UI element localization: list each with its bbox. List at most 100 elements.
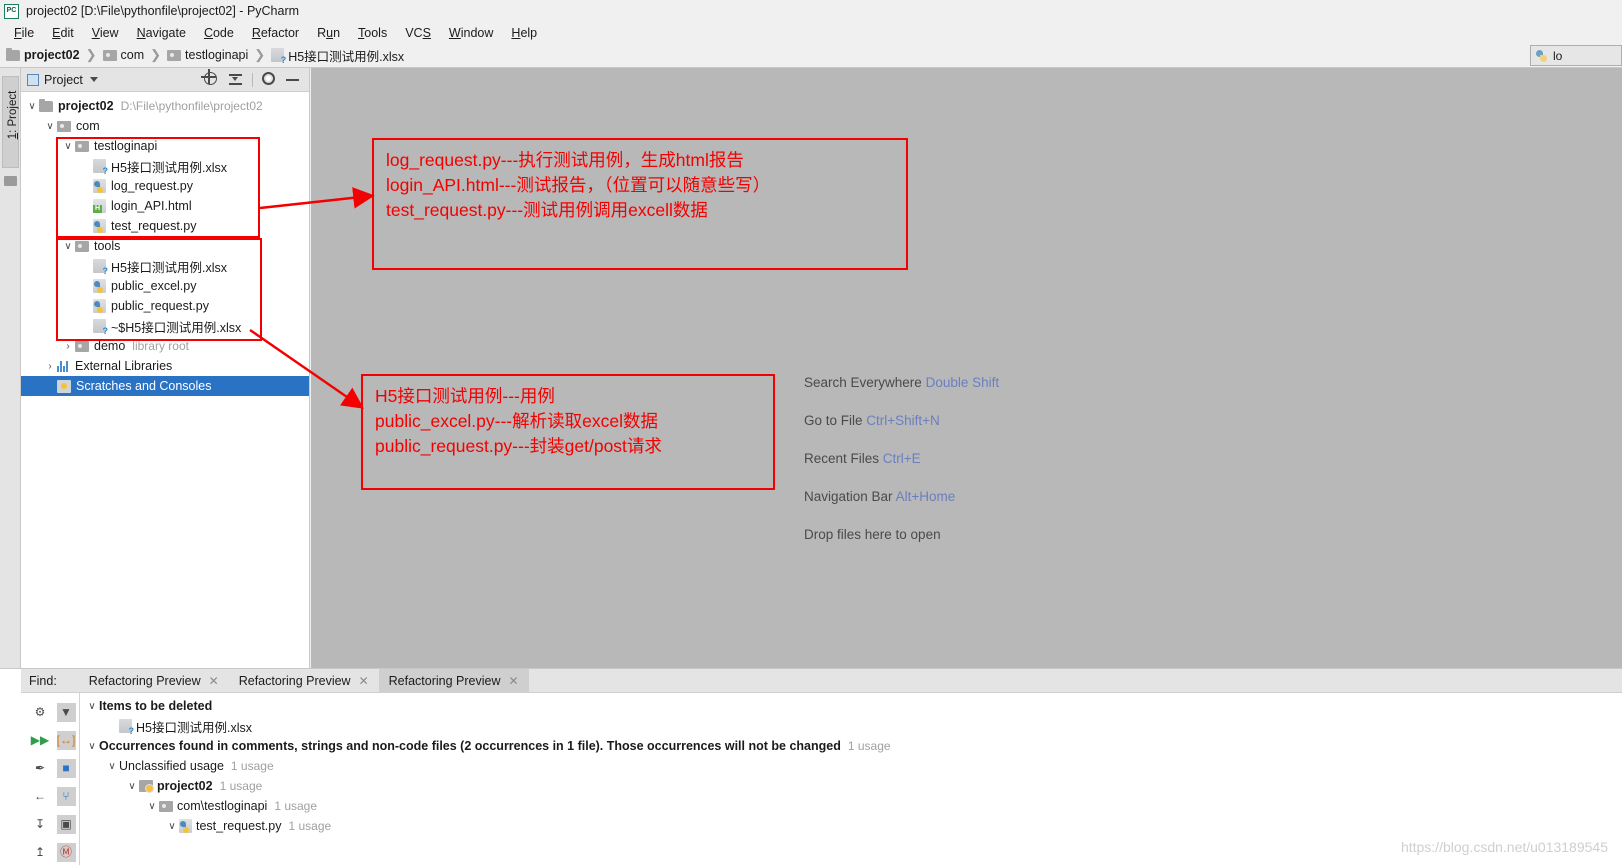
breadcrumb-item[interactable]: project02 bbox=[6, 47, 80, 62]
group-by-module-icon[interactable]: ▣ bbox=[53, 810, 79, 838]
menu-item-refactor[interactable]: Refactor bbox=[243, 25, 308, 41]
close-icon[interactable]: ✕ bbox=[359, 674, 369, 688]
project-tree-row[interactable]: Scratches and Consoles bbox=[21, 376, 309, 396]
collapse-all-icon[interactable] bbox=[228, 72, 243, 87]
project-tree-row[interactable]: H5接口测试用例.xlsx bbox=[21, 256, 309, 276]
chevron-down-icon[interactable]: ∨ bbox=[61, 141, 75, 152]
project-tree-row[interactable]: public_request.py bbox=[21, 296, 309, 316]
project-tree-row-label: testloginapi bbox=[94, 139, 158, 153]
back-arrow-icon-glyph: ← bbox=[34, 789, 46, 803]
preview-usages-icon-glyph: [↔] bbox=[56, 733, 76, 747]
chevron-down-icon[interactable]: ∨ bbox=[61, 241, 75, 252]
chevron-down-icon[interactable]: ∨ bbox=[165, 821, 179, 832]
menu-item-navigate[interactable]: Navigate bbox=[128, 25, 195, 41]
project-tree: ∨ project02 D:\File\pythonfile\project02 ∨ c… bbox=[21, 92, 309, 396]
favorites-icon[interactable] bbox=[4, 176, 17, 186]
menu-item-edit[interactable]: Edit bbox=[43, 25, 83, 41]
menu-item-code[interactable]: Code bbox=[195, 25, 243, 41]
collapse-all-icon[interactable]: ↥ bbox=[27, 838, 53, 865]
find-result-row[interactable]: H5接口测试用例.xlsx bbox=[81, 716, 1622, 736]
chevron-down-icon[interactable]: ∨ bbox=[85, 741, 99, 752]
menu-item-help[interactable]: Help bbox=[502, 25, 546, 41]
project-tree-row[interactable]: H5接口测试用例.xlsx bbox=[21, 156, 309, 176]
find-result-row[interactable]: ∨ Items to be deleted bbox=[81, 696, 1622, 716]
project-tree-row[interactable]: log_request.py bbox=[21, 176, 309, 196]
python-icon bbox=[1536, 49, 1549, 62]
find-tab[interactable]: Refactoring Preview ✕ bbox=[378, 668, 529, 693]
project-tree-row[interactable]: ∨ project02 D:\File\pythonfile\project02 bbox=[21, 96, 309, 116]
toolbar-button-bg: ▣ bbox=[56, 814, 76, 834]
editor-hint-shortcut: Alt+Home bbox=[892, 489, 956, 504]
chevron-down-icon[interactable]: ∨ bbox=[85, 701, 99, 712]
project-tree-row[interactable]: public_excel.py bbox=[21, 276, 309, 296]
toolbar-button-bg: ■ bbox=[56, 758, 76, 778]
tool-window-tab-project[interactable]: 1: Project bbox=[2, 76, 19, 168]
rerun-icon[interactable]: ▶▶ bbox=[27, 726, 53, 754]
back-arrow-icon[interactable]: ← bbox=[27, 782, 53, 810]
chevron-down-icon[interactable]: ∨ bbox=[43, 121, 57, 132]
project-tree-row[interactable]: ∨ testloginapi bbox=[21, 136, 309, 156]
chevron-down-icon[interactable]: ∨ bbox=[105, 761, 119, 772]
breadcrumb-item[interactable]: com bbox=[102, 48, 144, 62]
minimize-icon[interactable] bbox=[286, 72, 301, 87]
collapse-all-icon-glyph: ↥ bbox=[34, 845, 46, 859]
menu-item-window[interactable]: Window bbox=[440, 25, 502, 41]
library-icon bbox=[57, 360, 70, 373]
project-tree-row[interactable]: ~$H5接口测试用例.xlsx bbox=[21, 316, 309, 336]
filter-icon[interactable]: ▼ bbox=[53, 698, 79, 726]
find-tab[interactable]: Refactoring Preview ✕ bbox=[229, 669, 379, 693]
find-result-label: Occurrences found in comments, strings a… bbox=[99, 739, 841, 753]
gear-icon-glyph: ⚙ bbox=[34, 705, 46, 719]
chevron-down-icon[interactable]: ∨ bbox=[125, 781, 139, 792]
python-file-icon bbox=[93, 219, 106, 233]
breadcrumb-separator: ❯ bbox=[150, 47, 162, 62]
show-preview-icon[interactable]: ■ bbox=[53, 754, 79, 782]
chevron-down-icon[interactable]: ∨ bbox=[145, 801, 159, 812]
find-result-row[interactable]: ∨ com\testloginapi 1 usage bbox=[81, 796, 1622, 816]
run-configuration-selector[interactable]: lo bbox=[1530, 45, 1622, 66]
find-result-row[interactable]: ∨ Occurrences found in comments, strings … bbox=[81, 736, 1622, 756]
expand-all-icon[interactable]: ↧ bbox=[27, 810, 53, 838]
project-tree-row[interactable]: login_API.html bbox=[21, 196, 309, 216]
pin-icon[interactable]: ✒ bbox=[27, 754, 53, 782]
menu-item-vcs[interactable]: VCS bbox=[396, 25, 440, 41]
editor-hint-label: Drop files here to open bbox=[804, 527, 941, 542]
chevron-down-icon[interactable]: ∨ bbox=[25, 101, 39, 112]
breadcrumb-item-label: H5接口测试用例.xlsx bbox=[288, 49, 405, 64]
project-tree-row[interactable]: test_request.py bbox=[21, 216, 309, 236]
annotation-line: login_API.html---测试报告，（位置可以随意些写） bbox=[386, 174, 771, 195]
gear-icon[interactable] bbox=[262, 72, 277, 87]
project-tree-row[interactable]: ∨ tools bbox=[21, 236, 309, 256]
gear-icon[interactable]: ⚙ bbox=[27, 698, 53, 726]
find-result-row[interactable]: ∨ Unclassified usage 1 usage bbox=[81, 756, 1622, 776]
menu-item-run[interactable]: Run bbox=[308, 25, 349, 41]
preview-usages-icon[interactable]: [↔] bbox=[53, 726, 79, 754]
chevron-down-icon[interactable] bbox=[89, 77, 98, 82]
project-tree-row[interactable]: › External Libraries bbox=[21, 356, 309, 376]
project-tree-row[interactable]: ∨ com bbox=[21, 116, 309, 136]
breadcrumb-item[interactable]: testloginapi bbox=[167, 48, 248, 62]
group-by-structure-icon[interactable]: ⑂ bbox=[53, 782, 79, 810]
close-icon[interactable]: ✕ bbox=[509, 674, 519, 688]
breadcrumb: project02 ❯ com ❯ testloginapi ❯ H5接口测试用例.xlsx bbox=[0, 43, 1622, 68]
package-icon bbox=[75, 140, 89, 152]
close-icon[interactable]: ✕ bbox=[209, 674, 219, 688]
menu-item-file[interactable]: File bbox=[5, 25, 43, 41]
locate-icon[interactable] bbox=[204, 72, 219, 87]
find-tab[interactable]: Refactoring Preview ✕ bbox=[79, 669, 229, 693]
find-result-row[interactable]: ∨ test_request.py 1 usage bbox=[81, 816, 1622, 836]
find-result-row[interactable]: ∨ project02 1 usage bbox=[81, 776, 1622, 796]
find-result-usage-count: 1 usage bbox=[274, 799, 318, 813]
chevron-right-icon[interactable]: › bbox=[43, 361, 57, 372]
project-tree-row-label: com bbox=[76, 119, 100, 133]
folder-icon bbox=[6, 47, 20, 61]
chevron-right-icon[interactable]: › bbox=[61, 341, 75, 352]
breadcrumb-item[interactable]: H5接口测试用例.xlsx bbox=[271, 46, 404, 65]
find-results-tree: ∨Items to be deletedH5接口测试用例.xlsx∨Occurr… bbox=[81, 693, 1622, 865]
project-tree-row[interactable]: › demo library root bbox=[21, 336, 309, 356]
package-icon bbox=[102, 49, 117, 61]
menu-item-tools[interactable]: Tools bbox=[349, 25, 396, 41]
menu-item-view[interactable]: View bbox=[83, 25, 128, 41]
merge-usages-icon[interactable]: Ⓜ bbox=[53, 838, 79, 865]
python-file-icon bbox=[93, 299, 106, 313]
